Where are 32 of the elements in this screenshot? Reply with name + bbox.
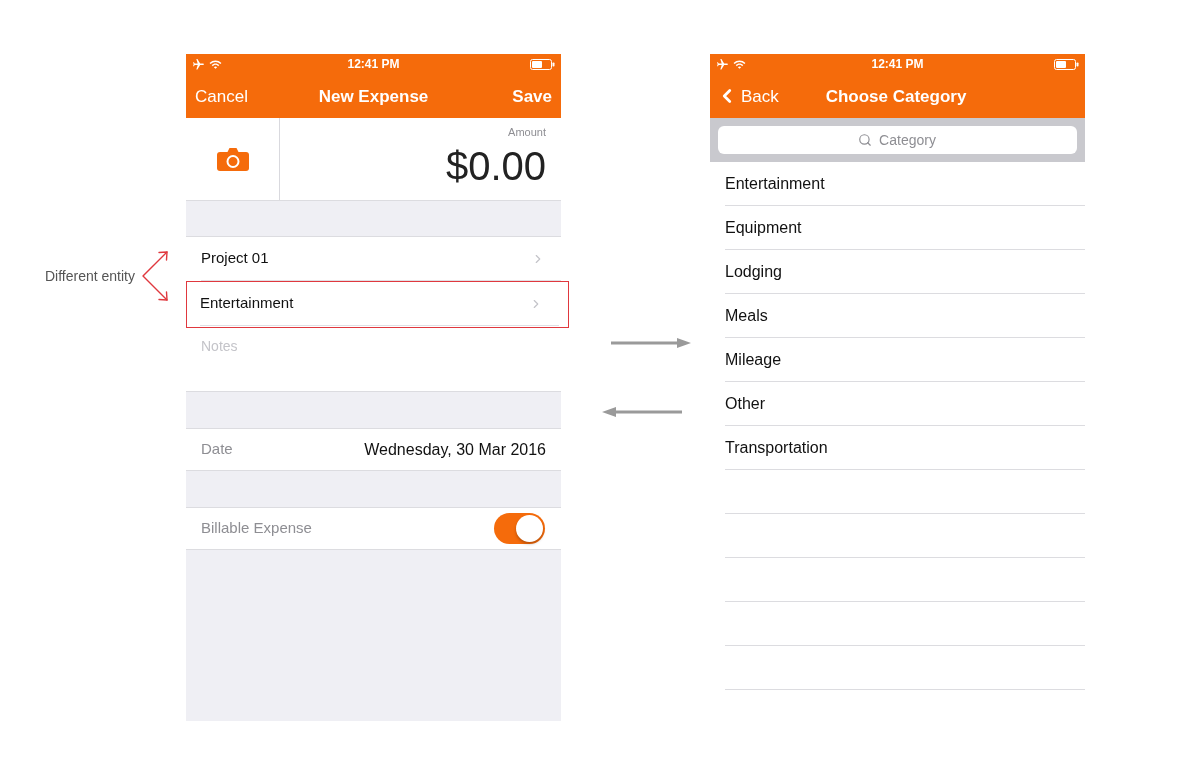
right-arrow-icon: [611, 338, 691, 348]
airplane-icon: [716, 57, 729, 71]
category-item[interactable]: Mileage: [710, 338, 1085, 382]
bracket-arrows-icon: [141, 250, 169, 302]
billable-toggle[interactable]: [494, 513, 545, 544]
battery-icon: [1054, 58, 1079, 70]
screen-title: New Expense: [318, 87, 429, 105]
search-icon: [858, 133, 872, 147]
category-item[interactable]: Transportation: [710, 426, 1085, 470]
picker-row[interactable]: Entertainment: [187, 282, 559, 326]
category-item[interactable]: Meals: [710, 294, 1085, 338]
category-item[interactable]: Equipment: [710, 206, 1085, 250]
date-value[interactable]: Wednesday, 30 Mar 2016: [364, 437, 546, 462]
amount-value: $0.00: [445, 146, 546, 186]
notes-field[interactable]: Notes: [186, 328, 561, 391]
camera-icon: [216, 147, 249, 171]
search-field[interactable]: Category: [718, 126, 1077, 154]
category-item[interactable]: Lodging: [710, 250, 1085, 294]
status-time: 12:41 PM: [871, 58, 924, 70]
billable-label: Billable Expense: [201, 518, 312, 539]
wifi-icon: [209, 57, 222, 71]
battery-icon: [530, 58, 555, 70]
airplane-icon: [192, 57, 205, 71]
annotation-text: Different entity: [45, 266, 135, 286]
category-item[interactable]: Other: [710, 382, 1085, 426]
date-label: Date: [201, 439, 233, 460]
left-arrow-icon: [602, 407, 682, 417]
category-item[interactable]: Entertainment: [710, 162, 1085, 206]
screen-title: Choose Category: [825, 87, 967, 105]
amount-label: Amount: [508, 126, 546, 139]
status-time: 12:41 PM: [347, 58, 400, 70]
wifi-icon: [733, 57, 746, 71]
